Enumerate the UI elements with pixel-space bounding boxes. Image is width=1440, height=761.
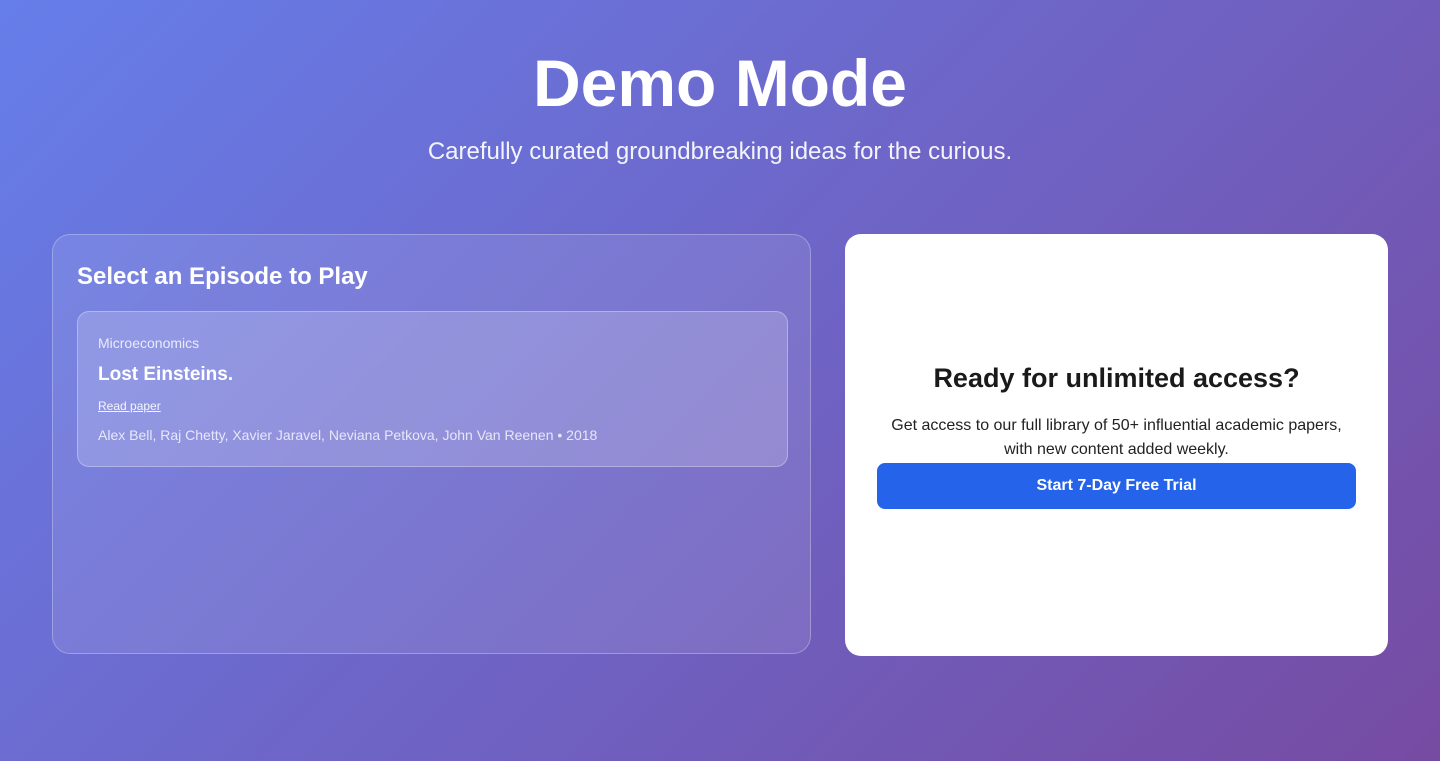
episode-selector-heading: Select an Episode to Play: [77, 263, 368, 290]
episode-category: Microeconomics: [98, 335, 200, 351]
episode-card[interactable]: Microeconomics Lost Einsteins. Read pape…: [77, 311, 788, 467]
episode-selector-panel: Select an Episode to Play Microeconomics…: [52, 234, 811, 654]
episode-title: Lost Einsteins.: [98, 364, 234, 385]
upgrade-cta-panel: Ready for unlimited access? Get access t…: [845, 234, 1388, 656]
page-subtitle: Carefully curated groundbreaking ideas f…: [427, 138, 1013, 165]
cta-title: Ready for unlimited access?: [933, 363, 1300, 393]
start-free-trial-button[interactable]: Start 7-Day Free Trial: [877, 463, 1356, 509]
read-paper-link[interactable]: Read paper: [98, 399, 161, 413]
episode-authors-year: Alex Bell, Raj Chetty, Xavier Jaravel, N…: [98, 427, 598, 443]
page-title: Demo Mode: [532, 46, 908, 120]
cta-description: Get access to our full library of 50+ in…: [891, 417, 1342, 458]
